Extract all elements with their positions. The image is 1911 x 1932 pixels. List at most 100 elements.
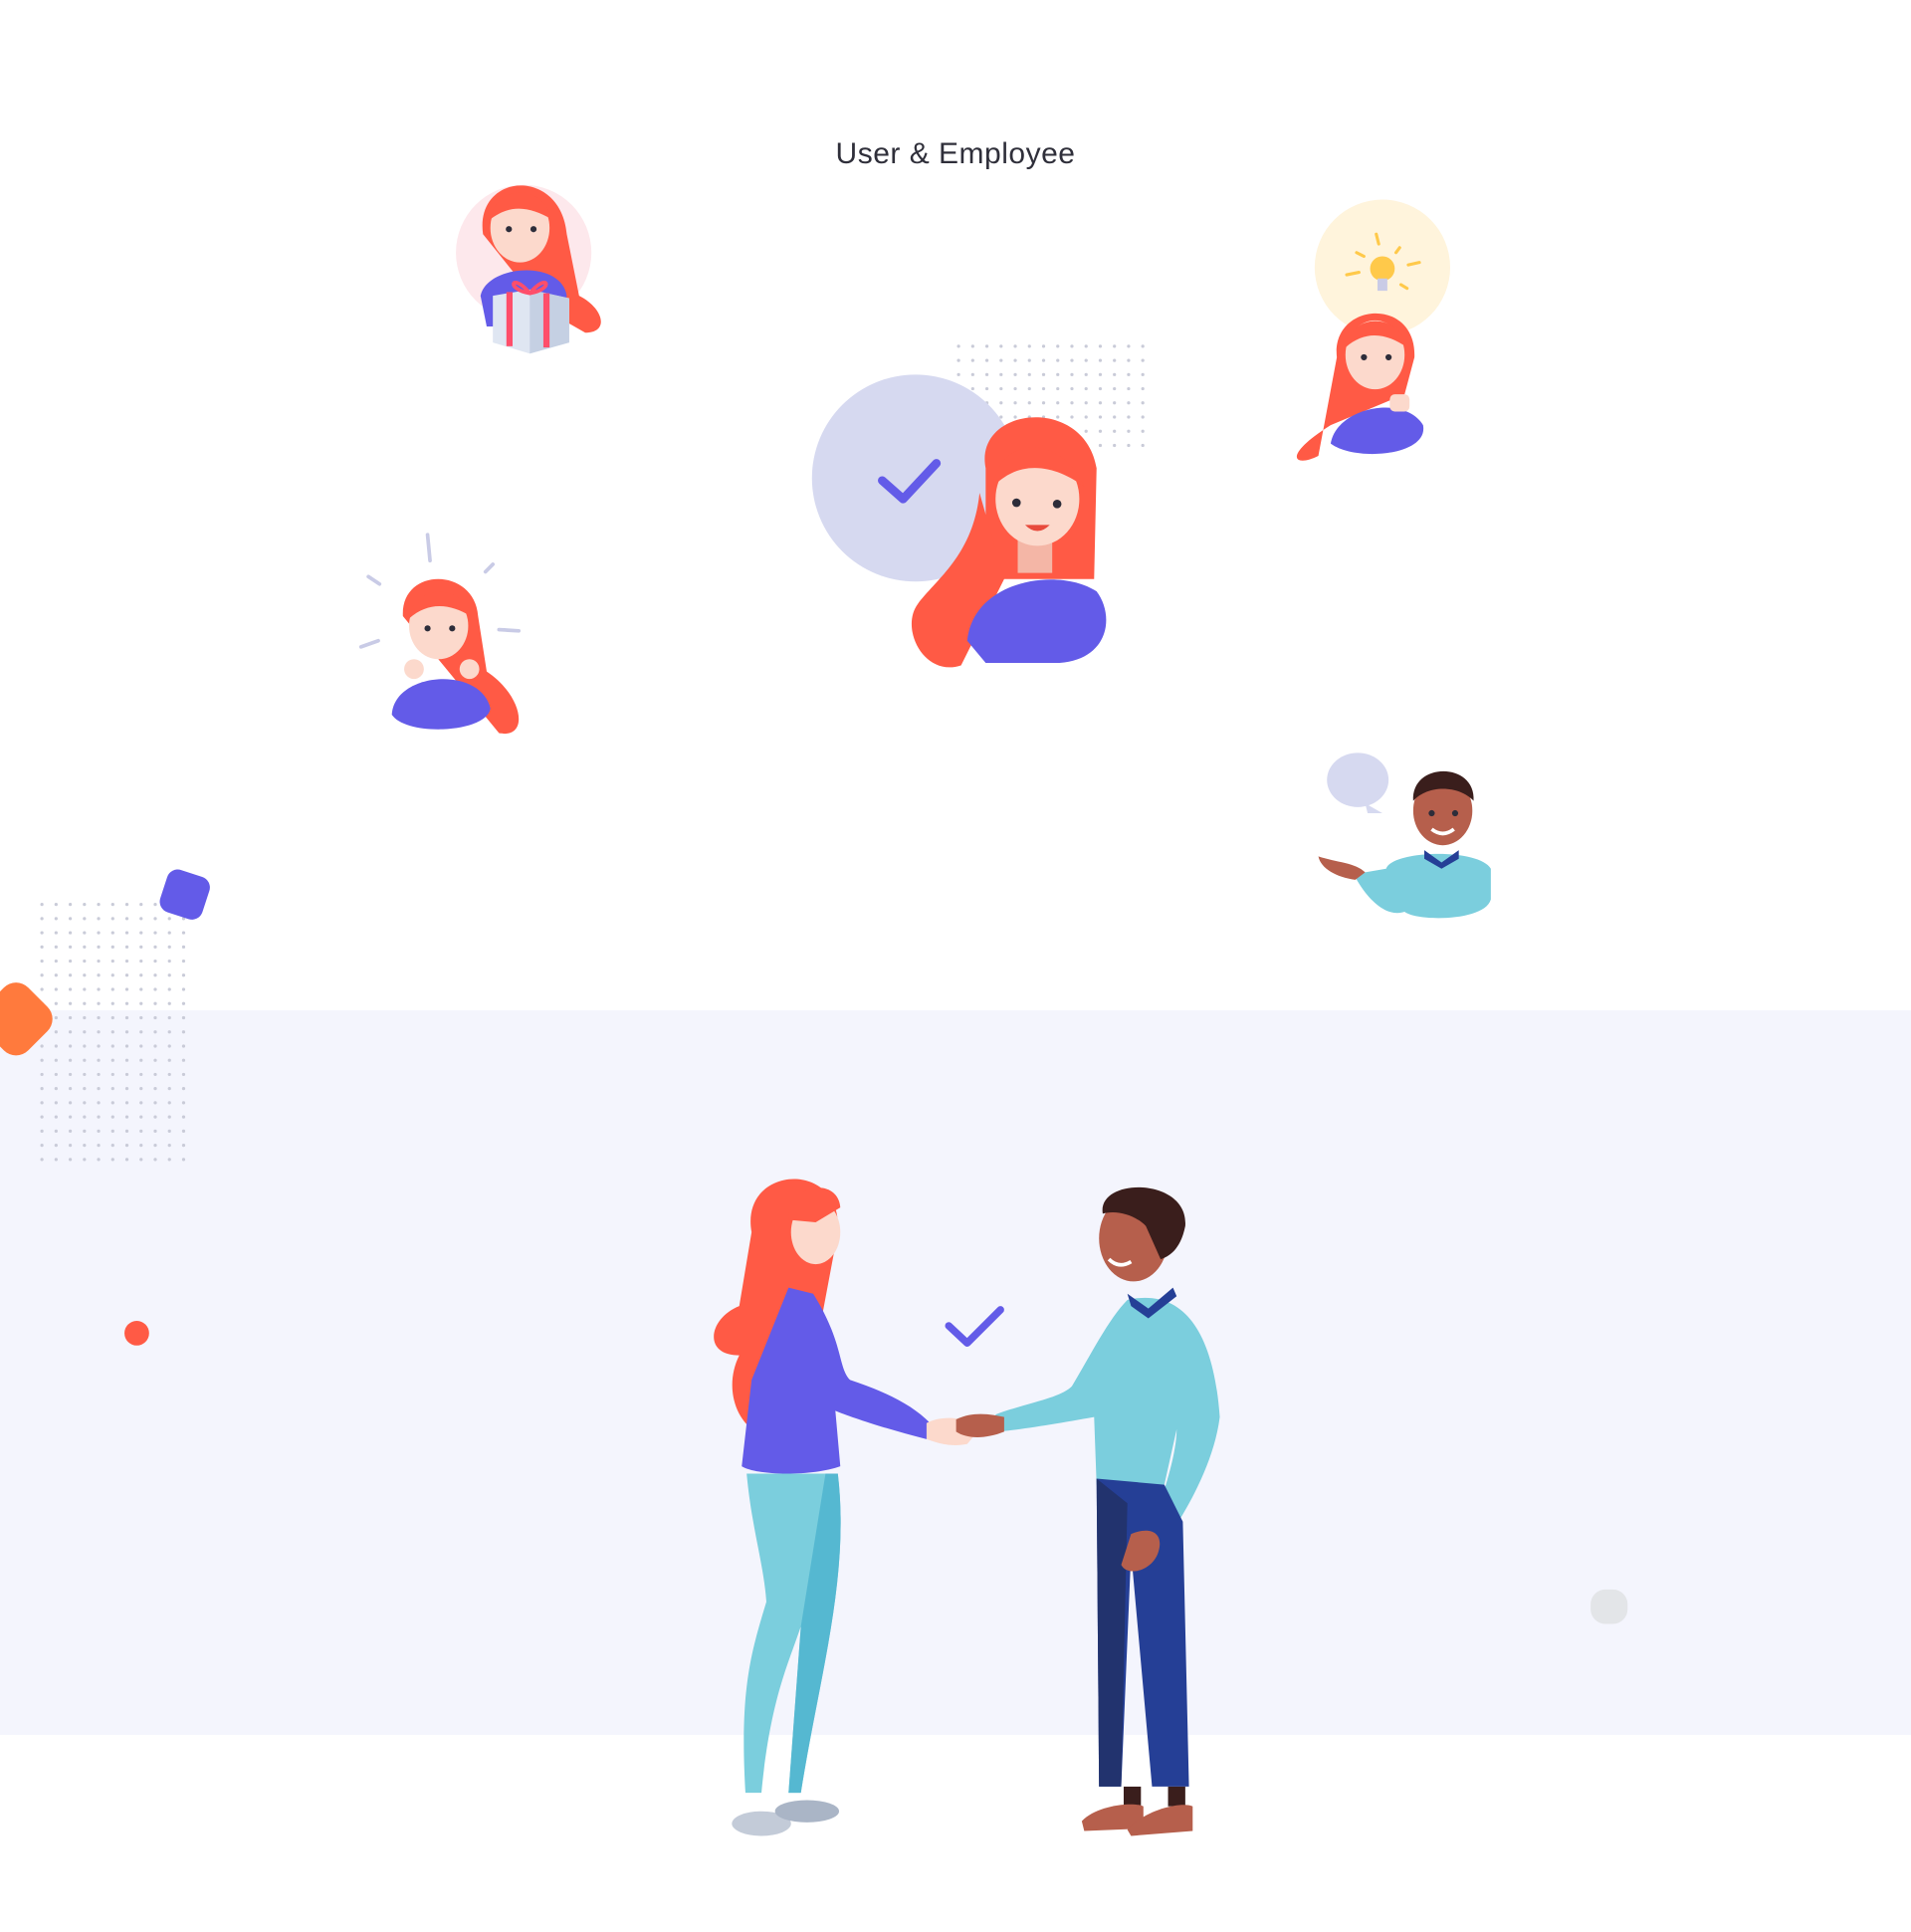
- grid-dot: [153, 931, 157, 935]
- grid-dot: [970, 344, 974, 348]
- grid-dot: [54, 902, 58, 907]
- grid-dot: [1098, 372, 1103, 376]
- grid-dot: [999, 401, 1003, 405]
- grid-dot: [167, 1144, 171, 1148]
- grid-dot: [83, 1101, 87, 1105]
- grid-dot: [54, 1087, 58, 1091]
- grid-dot: [54, 1015, 58, 1020]
- grid-dot: [83, 1030, 87, 1034]
- grid-dot: [54, 1101, 58, 1105]
- grid-dot: [153, 1030, 157, 1034]
- background-band: [0, 1010, 1911, 1735]
- grid-dot: [83, 931, 87, 935]
- grid-dot: [83, 1144, 87, 1148]
- grid-dot: [1027, 386, 1031, 391]
- grid-dot: [54, 959, 58, 964]
- grid-dot: [1056, 415, 1060, 419]
- grid-dot: [1113, 372, 1117, 376]
- grid-dot: [181, 1129, 186, 1133]
- grid-dot: [153, 1101, 157, 1105]
- grid-dot: [124, 945, 129, 949]
- grid-dot: [110, 1044, 114, 1048]
- grid-dot: [83, 1129, 87, 1133]
- grid-dot: [68, 917, 73, 921]
- grid-dot: [97, 1058, 101, 1062]
- grid-dot: [139, 1044, 143, 1048]
- grid-dot: [167, 1001, 171, 1005]
- grid-dot: [83, 987, 87, 991]
- grid-dot: [1113, 443, 1117, 448]
- grid-dot: [1098, 358, 1103, 362]
- grid-dot: [68, 1129, 73, 1133]
- grid-dot: [1013, 358, 1017, 362]
- grid-dot: [1041, 344, 1046, 348]
- grid-dot: [83, 1158, 87, 1162]
- grid-dot: [68, 1115, 73, 1119]
- grid-dot: [40, 987, 44, 991]
- man-speaking: [1318, 752, 1491, 919]
- grid-dot: [83, 902, 87, 907]
- grid-dot: [153, 987, 157, 991]
- grid-dot: [181, 1030, 186, 1034]
- grid-dot: [1141, 401, 1145, 405]
- grid-dot: [181, 1001, 186, 1005]
- grid-dot: [68, 1158, 73, 1162]
- grid-dot: [181, 1115, 186, 1119]
- grid-dot: [970, 358, 974, 362]
- illustration: [0, 184, 1911, 1836]
- grid-dot: [68, 1001, 73, 1005]
- grid-dot: [110, 1030, 114, 1034]
- grid-dot: [167, 973, 171, 977]
- grid-dot: [97, 1030, 101, 1034]
- grey-blob: [1591, 1589, 1628, 1624]
- grid-dot: [97, 1015, 101, 1020]
- grid-dot: [124, 1101, 129, 1105]
- grid-dot: [124, 959, 129, 964]
- grid-dot: [181, 1072, 186, 1077]
- grid-dot: [83, 1001, 87, 1005]
- grid-dot: [97, 1158, 101, 1162]
- grid-dot: [139, 1001, 143, 1005]
- red-dot: [124, 1321, 149, 1346]
- grid-dot: [139, 931, 143, 935]
- grid-dot: [167, 959, 171, 964]
- grid-dot: [1070, 386, 1074, 391]
- grid-dot: [68, 1030, 73, 1034]
- grid-dot: [97, 1144, 101, 1148]
- grid-dot: [124, 973, 129, 977]
- grid-dot: [1127, 372, 1131, 376]
- grid-dot: [1084, 429, 1088, 433]
- grid-dot: [153, 1072, 157, 1077]
- grid-dot: [40, 1072, 44, 1077]
- grid-dot: [139, 1072, 143, 1077]
- grid-dot: [110, 1129, 114, 1133]
- grid-dot: [153, 1044, 157, 1048]
- grid-dot: [124, 917, 129, 921]
- grid-dot: [1013, 386, 1017, 391]
- grid-dot: [1141, 386, 1145, 391]
- grid-dot: [139, 1058, 143, 1062]
- grid-dot: [139, 1158, 143, 1162]
- grid-dot: [1113, 344, 1117, 348]
- grid-dot: [167, 1158, 171, 1162]
- grid-dot: [1113, 415, 1117, 419]
- grid-dot: [54, 987, 58, 991]
- grid-dot: [68, 1087, 73, 1091]
- grid-dot: [54, 1158, 58, 1162]
- grid-dot: [97, 917, 101, 921]
- grid-dot: [1098, 401, 1103, 405]
- grid-dot: [68, 987, 73, 991]
- grid-dot: [167, 1129, 171, 1133]
- grid-dot: [181, 1058, 186, 1062]
- grid-dot: [40, 945, 44, 949]
- woman-cheering: [358, 533, 522, 735]
- grid-dot: [1070, 372, 1074, 376]
- grid-dot: [124, 1158, 129, 1162]
- grid-dot: [124, 1058, 129, 1062]
- grid-dot: [153, 1058, 157, 1062]
- grid-dot: [1056, 372, 1060, 376]
- grid-dot: [97, 1129, 101, 1133]
- grid-dot: [1141, 429, 1145, 433]
- grid-dot: [153, 1158, 157, 1162]
- grid-dot: [1041, 401, 1046, 405]
